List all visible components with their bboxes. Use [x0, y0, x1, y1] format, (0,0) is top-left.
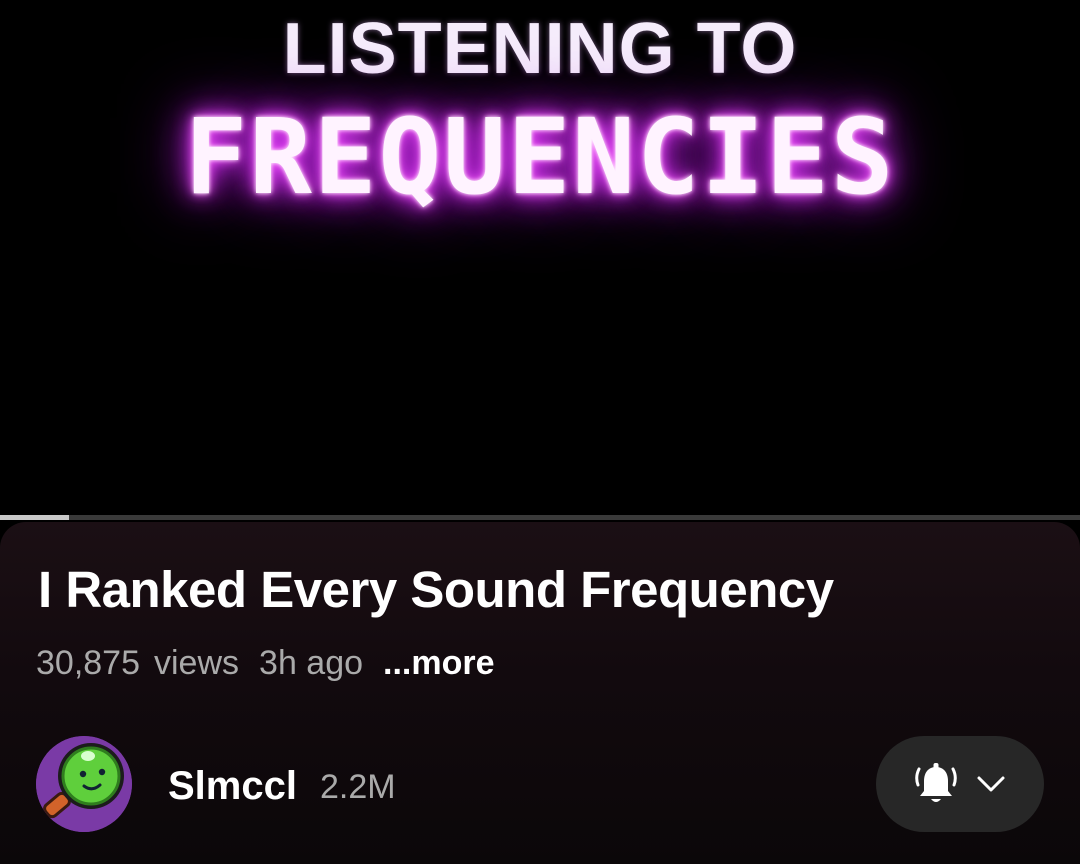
video-progress-bar[interactable] — [0, 515, 1080, 520]
video-overlay-text-glow: FREQUENCIES — [184, 96, 896, 218]
channel-avatar[interactable] — [36, 736, 132, 832]
upload-age: 3h ago — [259, 644, 364, 682]
chevron-down-icon — [977, 776, 1005, 792]
watch-screen: LISTENING TO FREQUENCIES I Ranked Every … — [0, 0, 1080, 864]
more-button[interactable]: ...more — [383, 644, 494, 683]
subscription-notification-button[interactable] — [876, 736, 1044, 832]
video-overlay-text-top: LISTENING TO — [282, 9, 798, 89]
subscriber-count: 2.2M — [320, 768, 396, 806]
view-count: 30,875 — [36, 644, 140, 682]
video-progress-fill — [0, 515, 70, 520]
views-label: views — [154, 644, 240, 682]
bell-ringing-icon — [915, 763, 957, 802]
video-title[interactable]: I Ranked Every Sound Frequency — [38, 560, 834, 619]
green-blob-magnifier-avatar-icon — [36, 736, 132, 832]
video-metadata[interactable]: 30,875 views 3h ago ...more — [36, 644, 495, 683]
video-player[interactable]: LISTENING TO FREQUENCIES — [0, 0, 1080, 516]
channel-name[interactable]: Slmccl — [168, 764, 297, 809]
video-details-panel: I Ranked Every Sound Frequency 30,875 vi… — [0, 522, 1080, 864]
